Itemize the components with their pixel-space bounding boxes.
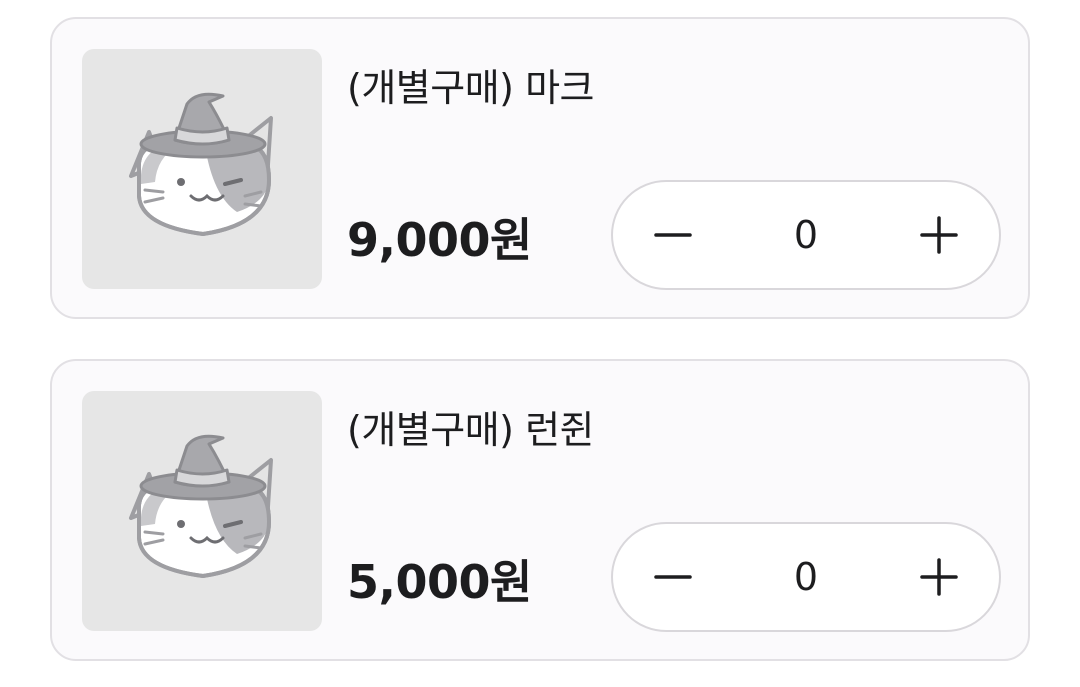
product-thumbnail [82, 49, 322, 289]
product-option-list: (개별구매) 마크 9,000원 0 (개별구매) 런쥔 5,000원 0 [0, 0, 1080, 687]
product-title: (개별구매) 마크 [347, 66, 595, 110]
quantity-stepper: 0 [611, 522, 1001, 632]
minus-icon [654, 233, 692, 237]
product-price: 5,000원 [347, 555, 532, 609]
quantity-stepper: 0 [611, 180, 1001, 290]
cat-placeholder-icon [129, 434, 273, 579]
increase-quantity-button[interactable] [884, 524, 994, 630]
product-thumbnail [82, 391, 322, 631]
decrease-quantity-button[interactable] [618, 524, 728, 630]
product-option-card: (개별구매) 마크 9,000원 0 [50, 17, 1030, 319]
product-title: (개별구매) 런쥔 [347, 408, 595, 452]
cat-placeholder-icon [129, 92, 273, 237]
quantity-value: 0 [793, 555, 819, 599]
minus-icon [654, 575, 692, 579]
increase-quantity-button[interactable] [884, 182, 994, 288]
product-option-card: (개별구매) 런쥔 5,000원 0 [50, 359, 1030, 661]
plus-icon [920, 558, 958, 596]
decrease-quantity-button[interactable] [618, 182, 728, 288]
quantity-value: 0 [793, 213, 819, 257]
product-price: 9,000원 [347, 213, 532, 267]
plus-icon [920, 216, 958, 254]
